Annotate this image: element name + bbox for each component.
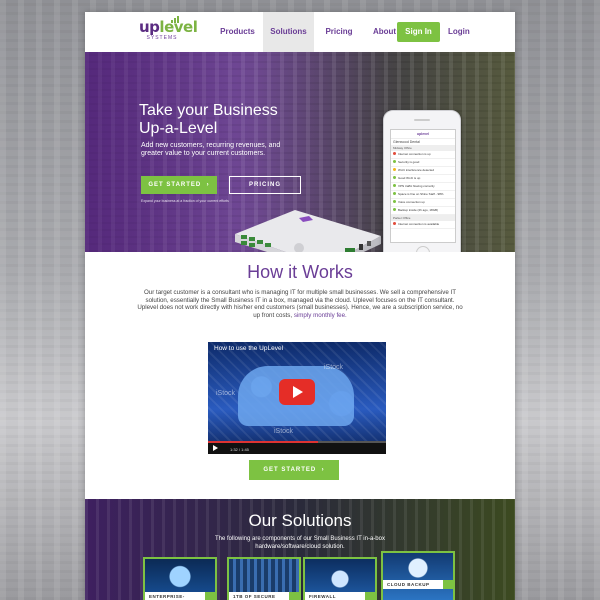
status-text: Space is fine on Shine Staff - 98% xyxy=(398,192,444,196)
play-button-icon[interactable] xyxy=(279,379,315,405)
play-icon[interactable] xyxy=(213,445,218,451)
nav-bar: Products Solutions Pricing About xyxy=(212,12,405,52)
video-title: How to use the UpLevel xyxy=(214,345,284,352)
solution-card-backup[interactable]: CLOUD BACKUP xyxy=(381,551,455,600)
status-dot-icon xyxy=(393,152,396,155)
status-text: Internet connection is up xyxy=(398,152,431,156)
status-dot-icon xyxy=(393,200,396,203)
nav-solutions[interactable]: Solutions xyxy=(263,12,314,52)
app-title: uplevel xyxy=(391,130,455,139)
card-label-text: 1TB OF SECURE xyxy=(233,594,276,599)
monthly-fee-link[interactable]: simply monthly fee. xyxy=(294,312,347,319)
status-row[interactable]: Security is good xyxy=(391,159,455,167)
signal-bars-icon xyxy=(171,15,183,23)
status-row[interactable]: Space is fine on Shine Staff - 98% xyxy=(391,191,455,199)
watermark: iStock xyxy=(324,364,344,371)
status-text: Backup inside (2h ago, 18GB) xyxy=(398,208,439,212)
status-text: Good Wi-Fi is up xyxy=(398,176,421,180)
smartphone-mockup: uplevel Glenwood Dental Midway Office In… xyxy=(383,110,461,252)
status-row[interactable]: Voice connection up xyxy=(391,199,455,207)
video-time: 1:32 / 1:45 xyxy=(230,447,249,452)
solutions-subtitle: The following are components of our Smal… xyxy=(85,535,515,551)
status-text: Security is good xyxy=(398,160,420,164)
status-dot-icon xyxy=(393,168,396,171)
nav-products[interactable]: Products xyxy=(212,12,263,52)
status-text: Wi-Fi interference detected xyxy=(398,168,435,172)
status-text: Internet connection is available xyxy=(398,222,440,226)
solution-card-firewall[interactable]: FIREWALL xyxy=(303,557,377,600)
solution-card-storage[interactable]: 1TB OF SECURE xyxy=(227,557,301,600)
watermark: iStock xyxy=(216,390,236,397)
status-dot-icon xyxy=(393,192,396,195)
how-it-works-section: How it Works Our target customer is a co… xyxy=(85,252,515,499)
watermark: iStock xyxy=(274,428,294,435)
status-row[interactable]: Wi-Fi interference detected xyxy=(391,167,455,175)
status-dot-icon xyxy=(393,160,396,163)
our-solutions-section: Our Solutions The following are componen… xyxy=(85,499,515,600)
card-label: ENTERPRISE- xyxy=(145,592,215,600)
hero-get-started-button[interactable]: GET STARTED › xyxy=(141,176,217,194)
status-dot-icon xyxy=(393,184,396,187)
status-row[interactable]: VPN traffic flowing correctly xyxy=(391,183,455,191)
router-device-image xyxy=(235,210,381,252)
status-dot-icon xyxy=(393,222,396,225)
hero-pricing-button[interactable]: PRICING xyxy=(229,176,301,194)
card-label: FIREWALL xyxy=(305,592,375,600)
speaker-icon xyxy=(414,119,430,121)
status-row[interactable]: Internet connection is available xyxy=(391,221,455,229)
cloud-backup-image xyxy=(383,553,453,600)
solutions-subtitle-text: The following are components of our Smal… xyxy=(215,536,385,550)
hero-banner: Take your Business Up-a-Level Add new cu… xyxy=(85,52,515,252)
sign-in-button[interactable]: Sign In xyxy=(397,22,440,42)
card-label-text: ENTERPRISE- xyxy=(149,594,185,599)
uplevel-logo[interactable]: uplevel SYSTEMS xyxy=(139,16,198,46)
solutions-title: Our Solutions xyxy=(248,511,352,530)
status-dot-icon xyxy=(393,208,396,211)
video-controls: 1:32 / 1:45 xyxy=(208,443,386,454)
card-label: 1TB OF SECURE xyxy=(229,592,299,600)
status-row[interactable]: Backup inside (2h ago, 18GB) xyxy=(391,207,455,215)
status-text: VPN traffic flowing correctly xyxy=(398,184,435,188)
hero-title: Take your Business Up-a-Level xyxy=(139,102,278,137)
how-get-started-button[interactable]: GET STARTED › xyxy=(249,460,339,480)
nav-pricing[interactable]: Pricing xyxy=(314,12,364,52)
header: uplevel SYSTEMS Products Solutions Prici… xyxy=(85,12,515,52)
card-label-text: FIREWALL xyxy=(309,594,336,599)
status-text: Voice connection up xyxy=(398,200,425,204)
login-link[interactable]: Login xyxy=(448,12,470,52)
status-dot-icon xyxy=(393,176,396,179)
video-player[interactable]: How to use the UpLevel iStock iStock iSt… xyxy=(208,342,386,454)
how-title: How it Works xyxy=(247,262,353,282)
web-page: uplevel SYSTEMS Products Solutions Prici… xyxy=(85,12,515,600)
hero-fine-print: Expand your business at a fraction of yo… xyxy=(141,199,229,203)
how-get-started-label: GET STARTED xyxy=(263,467,317,473)
card-label: CLOUD BACKUP xyxy=(383,580,453,589)
status-row[interactable]: Good Wi-Fi is up xyxy=(391,175,455,183)
hero-get-started-label: GET STARTED xyxy=(148,182,202,188)
phone-screen: uplevel Glenwood Dental Midway Office In… xyxy=(390,129,456,243)
hero-subtitle: Add new customers, recurring revenues, a… xyxy=(141,142,281,157)
card-label-text: CLOUD BACKUP xyxy=(387,582,430,587)
how-description: Our target customer is a consultant who … xyxy=(135,289,465,320)
status-row[interactable]: Internet connection is up xyxy=(391,151,455,159)
solution-card-enterprise[interactable]: ENTERPRISE- xyxy=(143,557,217,600)
